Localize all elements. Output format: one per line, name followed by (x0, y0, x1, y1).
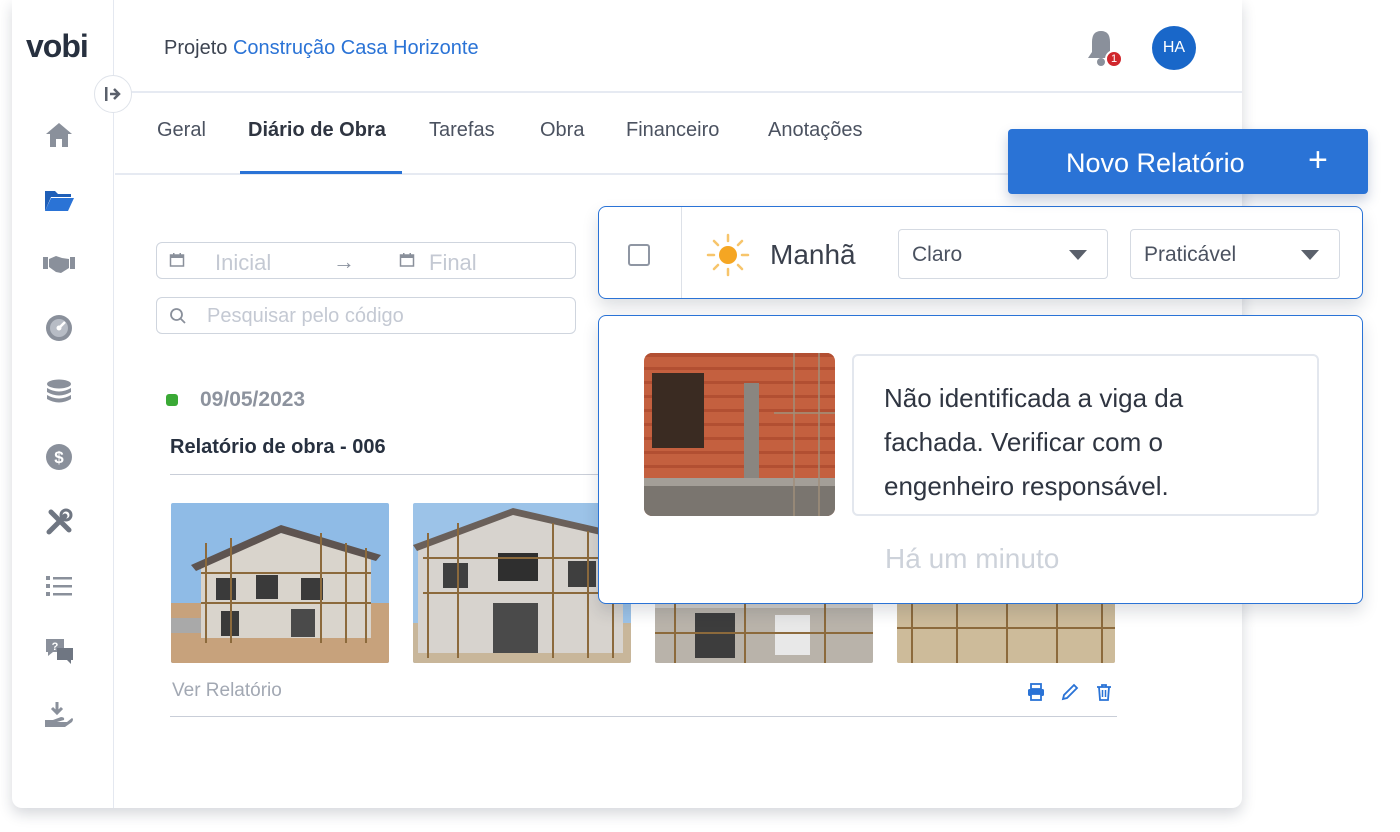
notification-badge: 1 (1105, 50, 1123, 68)
hand-money-icon (45, 702, 73, 727)
calendar-icon (399, 253, 415, 267)
help-chat-icon: ? (46, 639, 73, 664)
sidebar-item-finance[interactable]: $ (42, 440, 76, 474)
weather-condition-select[interactable]: Claro (898, 229, 1108, 279)
sidebar-item-dashboard[interactable] (42, 311, 76, 345)
note-card: Não identificada a viga da fachada. Veri… (598, 315, 1363, 604)
note-text[interactable]: Não identificada a viga da fachada. Veri… (852, 354, 1319, 516)
vobi-logo: vobi (26, 28, 89, 64)
divider (170, 716, 1117, 717)
chevron-down-icon (1069, 250, 1087, 260)
sidebar-item-tasks[interactable] (42, 569, 76, 603)
sidebar-collapse-button[interactable] (94, 75, 132, 113)
report-date: 09/05/2023 (200, 388, 306, 411)
view-report-link[interactable]: Ver Relatório (172, 680, 282, 702)
search-input[interactable] (207, 303, 557, 329)
sidebar-item-tools[interactable] (42, 505, 76, 539)
report-photo-1[interactable] (171, 503, 389, 663)
date-end-placeholder[interactable]: Final (429, 250, 477, 276)
new-report-button[interactable]: Novo Relatório + (1008, 129, 1368, 194)
sidebar: vobi $ ? (12, 0, 114, 808)
sidebar-item-home[interactable] (42, 118, 76, 152)
tab-diario-de-obra[interactable]: Diário de Obra (248, 119, 386, 142)
sidebar-item-payments[interactable] (42, 698, 76, 732)
weather-checkbox[interactable] (628, 244, 650, 266)
sidebar-item-partners[interactable] (42, 247, 76, 281)
home-icon (46, 123, 72, 147)
date-start-placeholder[interactable]: Inicial (215, 250, 271, 276)
search-field[interactable] (156, 297, 576, 334)
work-status-value: Praticável (1144, 243, 1237, 266)
sidebar-item-projects[interactable] (42, 183, 76, 217)
user-avatar[interactable]: HA (1152, 26, 1196, 70)
tab-geral[interactable]: Geral (157, 119, 206, 142)
report-actions (1026, 682, 1114, 702)
search-icon (170, 308, 186, 324)
note-photo[interactable] (644, 353, 835, 516)
header: Projeto Construção Casa Horizonte 1 HA (115, 0, 1242, 93)
note-timestamp: Há um minuto (885, 543, 1060, 574)
tab-anotacoes[interactable]: Anotações (768, 119, 863, 142)
report-title[interactable]: Relatório de obra - 006 (170, 436, 386, 459)
dollar-icon: $ (46, 444, 72, 470)
list-icon (46, 576, 72, 596)
coins-icon (47, 379, 71, 403)
chevron-down-icon (1301, 250, 1319, 260)
weather-condition-value: Claro (912, 243, 963, 266)
active-tab-indicator (240, 171, 402, 174)
dashboard-gauge-icon (46, 315, 72, 341)
work-status-select[interactable]: Praticável (1130, 229, 1340, 279)
sun-icon (706, 233, 750, 277)
print-icon[interactable] (1026, 682, 1046, 702)
project-breadcrumb: Projeto Construção Casa Horizonte (164, 37, 479, 60)
tab-financeiro[interactable]: Financeiro (626, 119, 719, 142)
expand-arrow-icon (105, 87, 121, 101)
edit-pencil-icon[interactable] (1060, 682, 1080, 702)
project-name-link[interactable]: Construção Casa Horizonte (233, 37, 479, 59)
tab-tarefas[interactable]: Tarefas (429, 119, 495, 142)
period-label: Manhã (770, 239, 856, 270)
tools-icon (46, 508, 73, 535)
trash-icon[interactable] (1094, 682, 1114, 702)
new-report-label: Novo Relatório (1066, 148, 1245, 178)
date-range-arrow: → (333, 249, 355, 274)
divider (681, 207, 682, 298)
project-prefix: Projeto (164, 37, 228, 59)
status-dot (166, 394, 178, 406)
date-range-picker[interactable]: Inicial → Final (156, 242, 576, 279)
tab-obra[interactable]: Obra (540, 119, 584, 142)
weather-row-card: Manhã Claro Praticável (598, 206, 1363, 299)
calendar-icon (169, 253, 185, 267)
folder-icon (45, 191, 74, 211)
handshake-icon (43, 256, 75, 273)
sidebar-item-costs[interactable] (42, 376, 76, 410)
svg-text:$: $ (54, 448, 64, 467)
plus-icon: + (1308, 141, 1328, 179)
sidebar-item-help[interactable]: ? (42, 634, 76, 668)
